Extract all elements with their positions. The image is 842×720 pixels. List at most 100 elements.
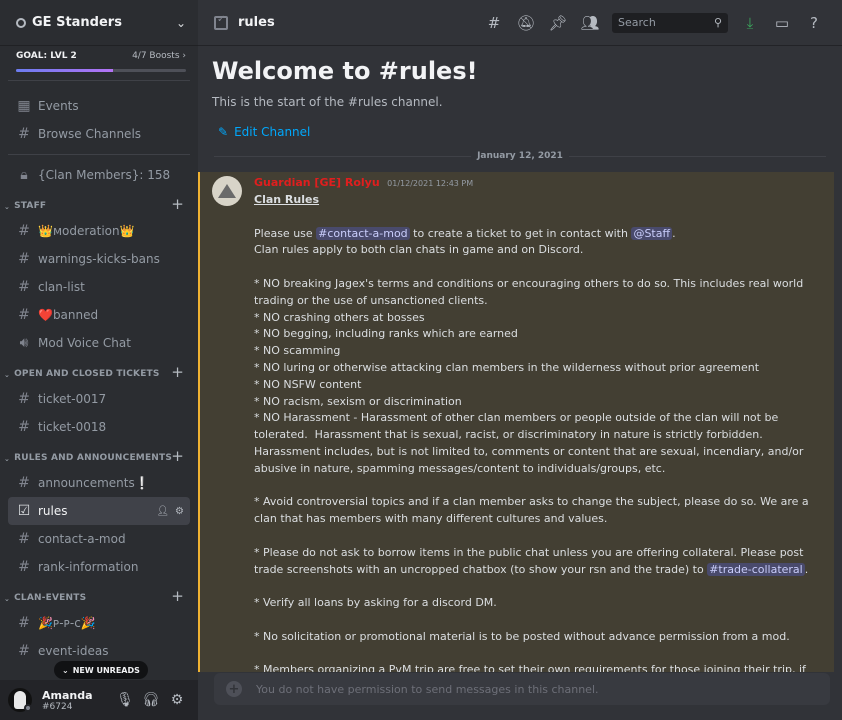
- sidebar-item-label: rules: [38, 504, 68, 518]
- hashtag-icon: #: [18, 391, 30, 407]
- search-icon: ⚲: [713, 16, 722, 29]
- status-indicator: [24, 704, 32, 712]
- sidebar-item-clan-members[interactable]: 🔒︎ {Clan Members}: 158: [8, 161, 190, 189]
- help-icon[interactable]: ?: [798, 14, 830, 32]
- sidebar-item-banned[interactable]: # ❤️banned: [8, 301, 190, 329]
- message-author[interactable]: Guardian [GE] Rolyu: [254, 176, 380, 189]
- sidebar-item-warnings-kicks-bans[interactable]: # warnings-kicks-bans: [8, 245, 190, 273]
- sidebar-item-announcements[interactable]: # announcements❕: [8, 469, 190, 497]
- boost-progress-fill: [16, 69, 113, 72]
- browse-channels-icon: #: [18, 126, 30, 142]
- avatar[interactable]: [212, 176, 242, 206]
- sidebar-item-browse-channels[interactable]: # Browse Channels: [8, 120, 190, 148]
- message-composer[interactable]: + You do not have permission to send mes…: [214, 673, 830, 705]
- sidebar-item-label: contact-a-mod: [38, 532, 126, 546]
- category-tickets[interactable]: ⌄ OPEN AND CLOSED TICKETS +: [0, 357, 198, 385]
- add-channel-icon[interactable]: +: [171, 587, 184, 605]
- message[interactable]: Guardian [GE] Rolyu 01/12/2021 12:43 PM …: [198, 172, 834, 672]
- message-timestamp: 01/12/2021 12:43 PM: [387, 179, 474, 188]
- attach-icon[interactable]: +: [226, 681, 242, 697]
- divider: [8, 154, 190, 155]
- composer-placeholder: You do not have permission to send messa…: [256, 682, 599, 696]
- welcome-title: Welcome to #rules!: [212, 57, 478, 85]
- hashtag-icon: #: [18, 475, 30, 491]
- rule-line: * NO racism, sexism or discrimination: [254, 394, 462, 408]
- channel-header: rules # 🔕︎ 📌︎ 👥︎ Search ⚲ ⤓ ▭ ?: [198, 0, 842, 45]
- sidebar-item-label: warnings-kicks-bans: [38, 252, 160, 266]
- sidebar-item-ppc[interactable]: # 🎉ᴘ-ᴘ-ᴄ🎉: [8, 609, 190, 637]
- text-line: * Verify all loans by asking for a disco…: [254, 596, 497, 610]
- server-header[interactable]: GE Standers ⌄: [0, 0, 198, 45]
- pin-icon[interactable]: 📌︎: [542, 14, 574, 32]
- rule-line: * NO begging, including ranks which are …: [254, 327, 518, 341]
- sidebar-item-mod-voice-chat[interactable]: 🔊︎ Mod Voice Chat: [8, 329, 190, 357]
- sidebar-item-label: rank-information: [38, 560, 139, 574]
- channel-mention[interactable]: #contact-a-mod: [316, 226, 410, 240]
- text-line: * Avoid controversial topics and if a cl…: [254, 495, 813, 526]
- new-unreads-pill[interactable]: ⌄ NEW UNREADS: [54, 661, 148, 679]
- sidebar-item-label: announcements❕: [38, 476, 150, 490]
- hashtag-icon: #: [18, 251, 30, 267]
- sidebar-item-events[interactable]: ▦ Events: [8, 92, 190, 120]
- text-line: Clan rules apply to both clan chats in g…: [254, 243, 584, 257]
- message-body: Clan Rules Please use #contact-a-mod to …: [254, 192, 824, 672]
- add-channel-icon[interactable]: +: [171, 447, 184, 465]
- sidebar-item-rank-information[interactable]: # rank-information: [8, 553, 190, 581]
- chevron-down-icon[interactable]: ⌄: [176, 16, 186, 30]
- sidebar-item-clan-list[interactable]: # clan-list: [8, 273, 190, 301]
- rules-heading: Clan Rules: [254, 193, 320, 206]
- inbox-icon[interactable]: ▭: [766, 14, 798, 32]
- notification-bell-icon[interactable]: 🔕︎: [510, 14, 542, 32]
- text-line: * Please do not ask to borrow items in t…: [254, 545, 809, 576]
- sidebar-item-label: ticket-0017: [38, 392, 107, 406]
- user-panel: Amanda #6724 🎙︎ 🎧︎ ⚙: [0, 680, 198, 720]
- rule-line: * NO NSFW content: [254, 377, 362, 391]
- sidebar-item-label: 🎉ᴘ-ᴘ-ᴄ🎉: [38, 616, 96, 630]
- hashtag-icon: #: [18, 531, 30, 547]
- hashtag-icon: #: [18, 307, 30, 323]
- category-staff[interactable]: ⌄ STAFF +: [0, 189, 198, 217]
- category-clan-events[interactable]: ⌄ CLAN-EVENTS +: [0, 581, 198, 609]
- edit-channel-link[interactable]: ✎ Edit Channel: [212, 125, 828, 139]
- search-input[interactable]: Search ⚲: [612, 12, 728, 33]
- channel-title: rules: [238, 15, 275, 30]
- user-info[interactable]: Amanda #6724: [42, 689, 112, 712]
- add-channel-icon[interactable]: +: [171, 363, 184, 381]
- microphone-icon[interactable]: 🎙︎: [112, 692, 138, 708]
- chat-area: rules # 🔕︎ 📌︎ 👥︎ Search ⚲ ⤓ ▭ ? Welcome …: [198, 0, 842, 720]
- edit-channel-label: Edit Channel: [234, 125, 311, 139]
- sidebar-item-ticket-0018[interactable]: # ticket-0018: [8, 413, 190, 441]
- chevron-down-icon: ⌄: [4, 455, 11, 463]
- download-icon[interactable]: ⤓: [734, 14, 766, 32]
- rule-line: * NO scamming: [254, 344, 341, 358]
- channel-welcome: Welcome to #rules! This is the start of …: [198, 45, 842, 145]
- sidebar-item-contact-a-mod[interactable]: # contact-a-mod: [8, 525, 190, 553]
- category-rules-announcements[interactable]: ⌄ RULES AND ANNOUNCEMENTS +: [0, 441, 198, 469]
- sidebar-item-label: event-ideas: [38, 644, 109, 658]
- welcome-subtitle: This is the start of the #rules channel.: [212, 95, 443, 109]
- gear-icon[interactable]: ⚙: [164, 692, 190, 708]
- chevron-down-icon: ⌄: [62, 665, 69, 675]
- sidebar-item-label: ❤️banned: [38, 308, 99, 322]
- sidebar-item-label: {Clan Members}: 158: [38, 168, 171, 182]
- sidebar-item-rules[interactable]: ☑ rules 👤︎ ⚙: [8, 497, 190, 525]
- intro-line: Please use #contact-a-mod to create a ti…: [254, 226, 676, 240]
- server-name: GE Standers: [32, 15, 122, 30]
- speaker-icon: 🔊︎: [19, 335, 29, 351]
- sidebar-item-moderation[interactable]: # 👑ᴍoderation👑: [8, 217, 190, 245]
- boost-goal[interactable]: GOAL: LVL 2 4/7 Boosts ›: [8, 45, 190, 81]
- channel-mention[interactable]: #trade-collateral: [707, 562, 805, 576]
- add-channel-icon[interactable]: +: [171, 195, 184, 213]
- hashtag-icon: #: [18, 223, 30, 239]
- goal-label: GOAL: LVL 2: [16, 51, 77, 61]
- member-list-icon[interactable]: 👥︎: [574, 14, 606, 32]
- invite-icon[interactable]: 👤︎: [156, 506, 169, 517]
- sidebar-item-ticket-0017[interactable]: # ticket-0017: [8, 385, 190, 413]
- server-boost-icon: [16, 17, 26, 28]
- headphones-icon[interactable]: 🎧︎: [138, 692, 164, 708]
- new-unreads-label: NEW UNREADS: [72, 665, 140, 675]
- threads-icon[interactable]: #: [478, 14, 510, 32]
- role-mention[interactable]: @Staff: [631, 226, 673, 240]
- gear-icon[interactable]: ⚙: [175, 506, 184, 517]
- hashtag-icon: #: [18, 643, 30, 659]
